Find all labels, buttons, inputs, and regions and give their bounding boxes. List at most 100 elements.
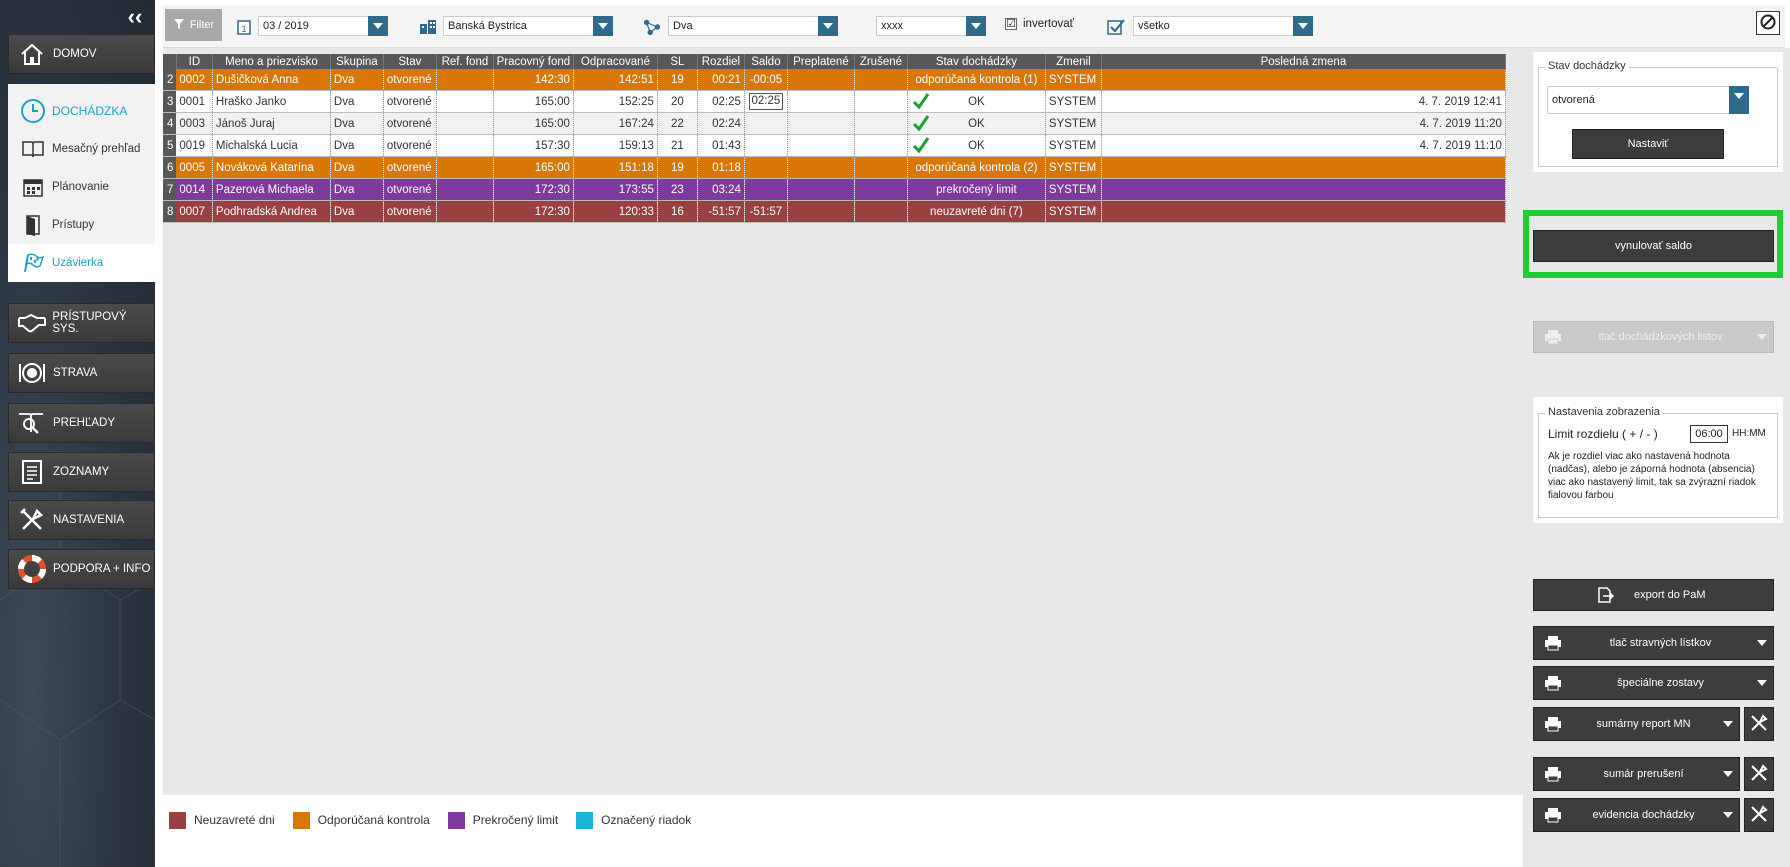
clear-filter-button[interactable]: [1756, 11, 1780, 35]
cell-fund: 157:30: [493, 134, 574, 157]
nav-uzavierka[interactable]: Uzávierka: [8, 244, 155, 282]
display-settings-title: Nastavenia zobrazenia: [1545, 406, 1663, 418]
cell-att: OK: [907, 90, 1046, 113]
cell-saldo[interactable]: [744, 156, 788, 179]
clock-icon: [20, 98, 46, 124]
nav-dochadzka[interactable]: DOCHÁDZKA: [8, 92, 155, 130]
special-reports-button[interactable]: špeciálne zostavy: [1533, 666, 1774, 700]
location-select[interactable]: Banská Bystrica: [443, 16, 613, 36]
reset-saldo-button[interactable]: vynulovať saldo: [1533, 230, 1774, 262]
attendance-records-button[interactable]: evidencia dochádzky: [1533, 798, 1740, 832]
col-header[interactable]: Posledná zmena: [1101, 54, 1506, 69]
chevron-down-icon: [368, 16, 388, 36]
table-row[interactable]: 4 0003 Jánoš Juraj Dva otvorené 165:00 167:24 2…: [163, 112, 1506, 135]
col-header[interactable]: Rozdiel: [697, 54, 745, 69]
col-header[interactable]: Ref. fond: [436, 54, 494, 69]
cell-last: 4. 7. 2019 12:41: [1101, 90, 1506, 113]
print-meal-tickets-button[interactable]: tlač stravných lístkov: [1533, 626, 1774, 660]
lifebuoy-icon: [15, 553, 49, 585]
cell-last: [1101, 69, 1506, 91]
col-header[interactable]: Preplatené: [787, 54, 855, 69]
door-icon: [20, 212, 46, 238]
table-row[interactable]: 8 0007 Podhradská Andrea Dva otvorené 172:30 1…: [163, 200, 1506, 223]
cell-name: Jánoš Juraj: [212, 112, 331, 135]
interruption-summary-button[interactable]: sumár prerušení: [1533, 757, 1740, 791]
table-row[interactable]: 2 0002 Dušičková Anna Dva otvorené 142:30 142:…: [163, 69, 1506, 91]
group-value: Dva: [673, 20, 693, 32]
cell-last: [1101, 178, 1506, 201]
group-network-icon: [643, 18, 661, 36]
printer-icon: [1542, 632, 1564, 654]
attendance-status: OK: [968, 139, 985, 152]
group-select[interactable]: Dva: [668, 16, 838, 36]
table-row[interactable]: 6 0005 Nováková Katarína Dva otvorené 165:00 1…: [163, 156, 1506, 179]
printer-icon: [1542, 326, 1564, 348]
nav-zoznamy[interactable]: ZOZNAMY: [8, 452, 155, 492]
row-number: 5: [163, 134, 177, 157]
cell-saldo[interactable]: [744, 112, 788, 135]
nav-nastavenia[interactable]: NASTAVENIA: [8, 500, 155, 540]
cell-att: OK: [907, 112, 1046, 135]
interruption-summary-settings-button[interactable]: [1744, 757, 1774, 791]
cell-diff: -51:57: [697, 200, 745, 223]
legend-swatch: [169, 811, 186, 829]
export-pam-button[interactable]: export do PaM: [1533, 579, 1774, 611]
attendance-records-settings-button[interactable]: [1744, 798, 1774, 832]
cell-diff: 02:25: [697, 90, 745, 113]
col-header[interactable]: Stav: [383, 54, 437, 69]
summary-report-button[interactable]: sumárny report MN: [1533, 707, 1740, 741]
cell-saldo[interactable]: [744, 134, 788, 157]
row-number: 4: [163, 112, 177, 135]
cell-paid: [787, 112, 855, 135]
scope-select[interactable]: všetko: [1133, 16, 1313, 36]
nav-mesacny-prehlad[interactable]: Mesačný prehľad: [8, 130, 155, 168]
saldo-input[interactable]: 02:25: [748, 93, 784, 110]
summary-report-settings-button[interactable]: [1744, 707, 1774, 741]
col-header[interactable]: Pracovný fond: [493, 54, 574, 69]
cell-saldo[interactable]: [744, 178, 788, 201]
col-header[interactable]: Zmenil: [1045, 54, 1102, 69]
nav-domov[interactable]: DOMOV: [8, 34, 155, 74]
col-header[interactable]: Saldo: [744, 54, 788, 69]
code-select[interactable]: xxxx: [876, 16, 986, 36]
col-header[interactable]: Odpracované: [573, 54, 658, 69]
col-header[interactable]: SL: [657, 54, 698, 69]
cell-by: SYSTEM: [1045, 90, 1102, 113]
print-sheets-button[interactable]: tlač dochádzkových listov: [1533, 321, 1774, 353]
nav-planovanie[interactable]: Plánovanie: [8, 168, 155, 206]
cell-name: Pazerová Michaela: [212, 178, 331, 201]
chevron-left-icon: ‹‹: [127, 4, 143, 29]
nav-strava[interactable]: STRAVA: [8, 353, 155, 393]
cell-paid: [787, 178, 855, 201]
cell-saldo[interactable]: 02:25: [744, 90, 788, 113]
col-header[interactable]: Zrušené: [854, 54, 908, 69]
filter-button[interactable]: Filter: [165, 9, 222, 41]
table-row[interactable]: 7 0014 Pazerová Michaela Dva otvorené 172:30 1…: [163, 178, 1506, 201]
col-header[interactable]: Meno a priezvisko: [212, 54, 331, 69]
main-area: ID Meno a priezvisko Skupina Stav Ref. f…: [163, 48, 1523, 795]
invert-checkbox[interactable]: ☑: [1005, 18, 1017, 30]
period-select[interactable]: 03 / 2019: [258, 16, 388, 36]
cell-worked: 142:51: [573, 69, 658, 91]
nav-podpora[interactable]: PODPORA + INFO: [8, 549, 155, 589]
table-row[interactable]: 3 0001 Hraško Janko Dva otvorené 165:00 152:25…: [163, 90, 1506, 113]
printer-icon: [1542, 804, 1564, 826]
state-select[interactable]: otvorená: [1547, 86, 1749, 114]
cell-name: Nováková Katarína: [212, 156, 331, 179]
limit-input[interactable]: 06:00: [1690, 425, 1728, 443]
col-header[interactable]: Stav dochádzky: [907, 54, 1046, 69]
nav-pristupovy-sys[interactable]: PRÍSTUPOVÝ SYS.: [8, 303, 155, 343]
cell-saldo[interactable]: -00:05: [744, 69, 788, 91]
set-state-button[interactable]: Nastaviť: [1572, 129, 1724, 159]
nav-prehlady[interactable]: PREHĽADY: [8, 403, 155, 443]
cell-fund: 165:00: [493, 156, 574, 179]
cell-saldo[interactable]: -51:57: [744, 200, 788, 223]
table-row[interactable]: 5 0019 Michalská Lucia Dva otvorené 157:30 159…: [163, 134, 1506, 157]
col-header[interactable]: ID: [176, 54, 213, 69]
export-icon: [1594, 584, 1616, 606]
col-header[interactable]: Skupina: [330, 54, 384, 69]
nav-pristupy[interactable]: Prístupy: [8, 206, 155, 244]
collapse-sidebar-button[interactable]: ‹‹: [124, 6, 146, 28]
cell-id: 0005: [176, 156, 213, 179]
print-meal-tickets-label: tlač stravných lístkov: [1609, 637, 1712, 649]
